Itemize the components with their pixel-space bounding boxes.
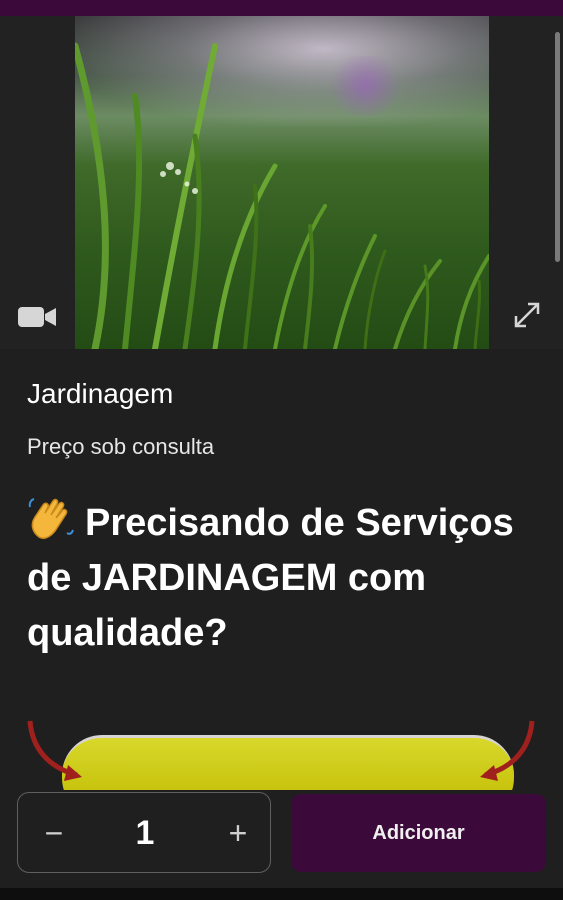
increment-button[interactable]: + xyxy=(218,813,258,853)
product-headline: Precisando de Serviços de JARDINAGEM com… xyxy=(27,496,537,661)
product-title: Jardinagem xyxy=(27,378,174,409)
quantity-value[interactable]: 1 xyxy=(115,809,175,857)
add-to-cart-button[interactable]: Adicionar xyxy=(291,794,546,872)
waving-hand-icon xyxy=(28,498,74,540)
promo-pill xyxy=(62,735,514,790)
system-nav-edge xyxy=(0,888,563,900)
promo-banner xyxy=(0,713,563,790)
price-text: Preço sob consulta xyxy=(27,434,215,459)
decrement-button[interactable]: − xyxy=(34,813,74,853)
scrollbar[interactable] xyxy=(555,32,560,262)
video-camera-icon[interactable] xyxy=(18,304,58,330)
grass-blades xyxy=(75,42,489,349)
top-bar xyxy=(0,0,563,16)
expand-icon[interactable] xyxy=(512,300,542,330)
bottom-action-bar: − 1 + Adicionar xyxy=(0,790,563,900)
left-arrow-icon xyxy=(27,720,82,781)
quantity-stepper: − 1 + xyxy=(17,792,271,873)
product-media[interactable] xyxy=(0,16,563,349)
product-image[interactable] xyxy=(75,16,489,349)
right-arrow-icon xyxy=(480,720,535,781)
headline-text: Precisando de Serviços de JARDINAGEM com… xyxy=(27,502,514,654)
